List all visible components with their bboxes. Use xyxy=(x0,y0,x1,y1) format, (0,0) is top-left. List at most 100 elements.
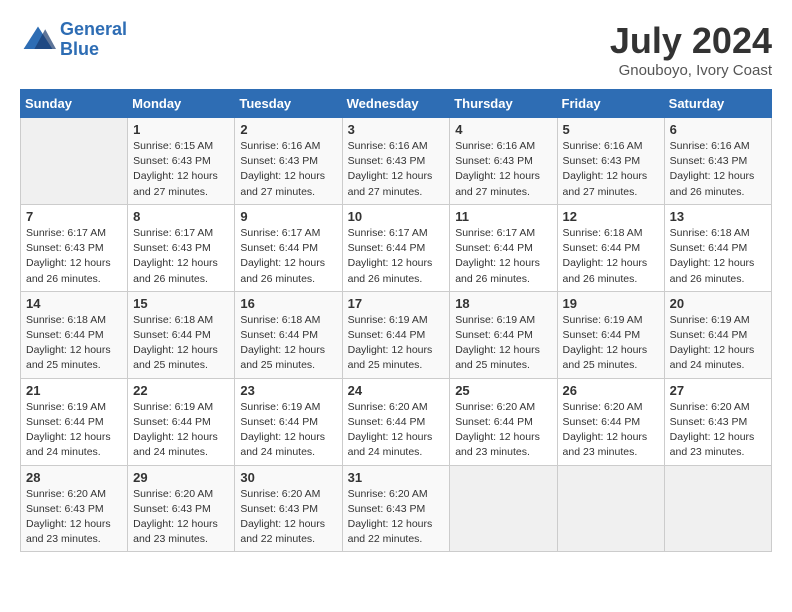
day-info: Sunrise: 6:19 AMSunset: 6:44 PMDaylight:… xyxy=(240,400,336,461)
day-header-tuesday: Tuesday xyxy=(235,90,342,118)
day-header-monday: Monday xyxy=(128,90,235,118)
page-header: General Blue July 2024 Gnouboyo, Ivory C… xyxy=(20,20,772,79)
day-header-wednesday: Wednesday xyxy=(342,90,450,118)
day-number: 12 xyxy=(563,209,659,224)
day-number: 15 xyxy=(133,296,229,311)
day-info: Sunrise: 6:16 AMSunset: 6:43 PMDaylight:… xyxy=(670,139,766,200)
day-number: 23 xyxy=(240,383,336,398)
day-number: 9 xyxy=(240,209,336,224)
calendar-cell: 11 Sunrise: 6:17 AMSunset: 6:44 PMDayligh… xyxy=(450,204,557,291)
calendar-cell: 14 Sunrise: 6:18 AMSunset: 6:44 PMDayligh… xyxy=(21,291,128,378)
day-info: Sunrise: 6:19 AMSunset: 6:44 PMDaylight:… xyxy=(455,313,551,374)
day-info: Sunrise: 6:20 AMSunset: 6:43 PMDaylight:… xyxy=(348,487,445,548)
day-info: Sunrise: 6:18 AMSunset: 6:44 PMDaylight:… xyxy=(670,226,766,287)
day-number: 17 xyxy=(348,296,445,311)
calendar-cell: 4 Sunrise: 6:16 AMSunset: 6:43 PMDaylight… xyxy=(450,118,557,205)
calendar-cell: 16 Sunrise: 6:18 AMSunset: 6:44 PMDayligh… xyxy=(235,291,342,378)
calendar-cell: 20 Sunrise: 6:19 AMSunset: 6:44 PMDayligh… xyxy=(664,291,771,378)
calendar-cell: 15 Sunrise: 6:18 AMSunset: 6:44 PMDayligh… xyxy=(128,291,235,378)
logo-line2: Blue xyxy=(60,39,99,59)
week-row-3: 14 Sunrise: 6:18 AMSunset: 6:44 PMDayligh… xyxy=(21,291,772,378)
day-info: Sunrise: 6:17 AMSunset: 6:43 PMDaylight:… xyxy=(133,226,229,287)
day-header-saturday: Saturday xyxy=(664,90,771,118)
day-number: 10 xyxy=(348,209,445,224)
day-info: Sunrise: 6:16 AMSunset: 6:43 PMDaylight:… xyxy=(240,139,336,200)
day-number: 6 xyxy=(670,122,766,137)
day-info: Sunrise: 6:18 AMSunset: 6:44 PMDaylight:… xyxy=(240,313,336,374)
week-row-5: 28 Sunrise: 6:20 AMSunset: 6:43 PMDayligh… xyxy=(21,465,772,552)
day-number: 25 xyxy=(455,383,551,398)
day-info: Sunrise: 6:15 AMSunset: 6:43 PMDaylight:… xyxy=(133,139,229,200)
day-number: 26 xyxy=(563,383,659,398)
day-number: 29 xyxy=(133,470,229,485)
day-number: 3 xyxy=(348,122,445,137)
day-number: 24 xyxy=(348,383,445,398)
day-number: 8 xyxy=(133,209,229,224)
day-info: Sunrise: 6:17 AMSunset: 6:44 PMDaylight:… xyxy=(455,226,551,287)
day-number: 22 xyxy=(133,383,229,398)
calendar-cell: 22Sunrise: 6:19 AMSunset: 6:44 PMDayligh… xyxy=(128,378,235,465)
day-info: Sunrise: 6:16 AMSunset: 6:43 PMDaylight:… xyxy=(455,139,551,200)
calendar-cell: 18 Sunrise: 6:19 AMSunset: 6:44 PMDayligh… xyxy=(450,291,557,378)
logo-line1: General xyxy=(60,19,127,39)
day-info: Sunrise: 6:19 AMSunset: 6:44 PMDaylight:… xyxy=(26,400,122,461)
day-number: 30 xyxy=(240,470,336,485)
calendar-cell: 21 Sunrise: 6:19 AMSunset: 6:44 PMDayligh… xyxy=(21,378,128,465)
calendar-cell: 17 Sunrise: 6:19 AMSunset: 6:44 PMDayligh… xyxy=(342,291,450,378)
day-number: 27 xyxy=(670,383,766,398)
calendar-cell: 23 Sunrise: 6:19 AMSunset: 6:44 PMDayligh… xyxy=(235,378,342,465)
day-number: 21 xyxy=(26,383,122,398)
day-number: 4 xyxy=(455,122,551,137)
calendar-cell: 8 Sunrise: 6:17 AMSunset: 6:43 PMDaylight… xyxy=(128,204,235,291)
day-info: Sunrise: 6:17 AMSunset: 6:43 PMDaylight:… xyxy=(26,226,122,287)
calendar-cell: 26 Sunrise: 6:20 AMSunset: 6:44 PMDayligh… xyxy=(557,378,664,465)
calendar-cell: 19Sunrise: 6:19 AMSunset: 6:44 PMDayligh… xyxy=(557,291,664,378)
week-row-1: 1 Sunrise: 6:15 AMSunset: 6:43 PMDaylight… xyxy=(21,118,772,205)
day-info: Sunrise: 6:20 AMSunset: 6:44 PMDaylight:… xyxy=(348,400,445,461)
day-number: 31 xyxy=(348,470,445,485)
calendar-cell: 12Sunrise: 6:18 AMSunset: 6:44 PMDayligh… xyxy=(557,204,664,291)
calendar-cell: 30 Sunrise: 6:20 AMSunset: 6:43 PMDayligh… xyxy=(235,465,342,552)
day-number: 2 xyxy=(240,122,336,137)
day-number: 16 xyxy=(240,296,336,311)
day-info: Sunrise: 6:20 AMSunset: 6:43 PMDaylight:… xyxy=(670,400,766,461)
day-info: Sunrise: 6:16 AMSunset: 6:43 PMDaylight:… xyxy=(563,139,659,200)
week-row-4: 21 Sunrise: 6:19 AMSunset: 6:44 PMDayligh… xyxy=(21,378,772,465)
calendar-cell: 29Sunrise: 6:20 AMSunset: 6:43 PMDayligh… xyxy=(128,465,235,552)
month-title: July 2024 xyxy=(610,20,772,62)
day-info: Sunrise: 6:20 AMSunset: 6:44 PMDaylight:… xyxy=(455,400,551,461)
calendar-cell: 24 Sunrise: 6:20 AMSunset: 6:44 PMDayligh… xyxy=(342,378,450,465)
calendar-cell: 25 Sunrise: 6:20 AMSunset: 6:44 PMDayligh… xyxy=(450,378,557,465)
day-number: 20 xyxy=(670,296,766,311)
day-number: 1 xyxy=(133,122,229,137)
day-info: Sunrise: 6:17 AMSunset: 6:44 PMDaylight:… xyxy=(240,226,336,287)
day-info: Sunrise: 6:20 AMSunset: 6:43 PMDaylight:… xyxy=(240,487,336,548)
calendar-cell: 5Sunrise: 6:16 AMSunset: 6:43 PMDaylight… xyxy=(557,118,664,205)
calendar-cell: 10Sunrise: 6:17 AMSunset: 6:44 PMDayligh… xyxy=(342,204,450,291)
calendar-cell: 9 Sunrise: 6:17 AMSunset: 6:44 PMDaylight… xyxy=(235,204,342,291)
day-info: Sunrise: 6:16 AMSunset: 6:43 PMDaylight:… xyxy=(348,139,445,200)
calendar-cell: 27 Sunrise: 6:20 AMSunset: 6:43 PMDayligh… xyxy=(664,378,771,465)
day-info: Sunrise: 6:18 AMSunset: 6:44 PMDaylight:… xyxy=(26,313,122,374)
calendar-cell: 6 Sunrise: 6:16 AMSunset: 6:43 PMDaylight… xyxy=(664,118,771,205)
calendar-cell: 13Sunrise: 6:18 AMSunset: 6:44 PMDayligh… xyxy=(664,204,771,291)
calendar-cell xyxy=(21,118,128,205)
day-number: 28 xyxy=(26,470,122,485)
logo: General Blue xyxy=(20,20,127,60)
day-number: 7 xyxy=(26,209,122,224)
logo-text: General Blue xyxy=(60,20,127,60)
calendar-cell: 28Sunrise: 6:20 AMSunset: 6:43 PMDayligh… xyxy=(21,465,128,552)
day-number: 18 xyxy=(455,296,551,311)
calendar-cell xyxy=(557,465,664,552)
calendar-table: SundayMondayTuesdayWednesdayThursdayFrid… xyxy=(20,89,772,552)
day-number: 14 xyxy=(26,296,122,311)
calendar-cell xyxy=(450,465,557,552)
day-info: Sunrise: 6:19 AMSunset: 6:44 PMDaylight:… xyxy=(670,313,766,374)
day-info: Sunrise: 6:20 AMSunset: 6:44 PMDaylight:… xyxy=(563,400,659,461)
day-number: 11 xyxy=(455,209,551,224)
day-info: Sunrise: 6:18 AMSunset: 6:44 PMDaylight:… xyxy=(133,313,229,374)
week-row-2: 7 Sunrise: 6:17 AMSunset: 6:43 PMDaylight… xyxy=(21,204,772,291)
calendar-cell: 3 Sunrise: 6:16 AMSunset: 6:43 PMDaylight… xyxy=(342,118,450,205)
calendar-cell: 1 Sunrise: 6:15 AMSunset: 6:43 PMDaylight… xyxy=(128,118,235,205)
day-info: Sunrise: 6:19 AMSunset: 6:44 PMDaylight:… xyxy=(348,313,445,374)
